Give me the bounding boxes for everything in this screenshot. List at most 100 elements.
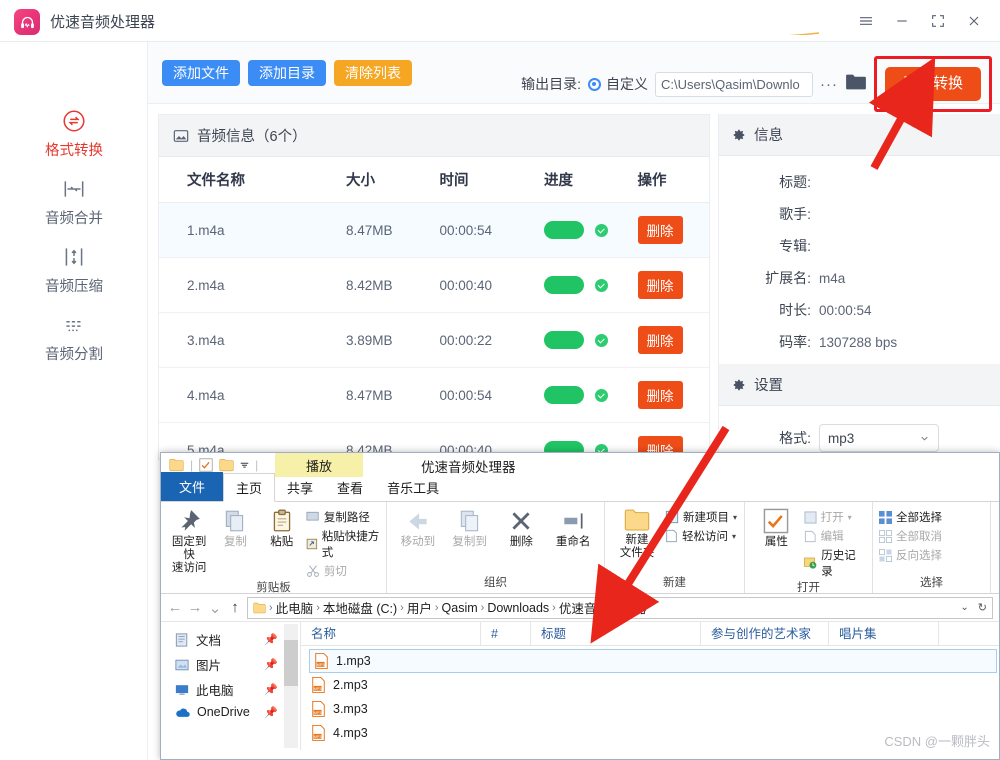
sidebar-item-format-convert[interactable]: 格式转换 [0,92,148,160]
add-file-button[interactable]: 添加文件 [162,60,240,86]
tab-music-tools[interactable]: 音乐工具 [375,474,451,501]
folder-icon[interactable] [169,458,184,472]
pin-icon[interactable]: 📌 [264,706,278,719]
delete-button[interactable]: 删除 [638,271,683,299]
col-header-number[interactable]: # [481,622,531,646]
ribbon-easy-access[interactable]: 轻松访问 ▾ [665,528,737,544]
ribbon-open[interactable]: 打开 ▾ [804,509,866,525]
format-select[interactable]: mp3 [819,424,939,452]
nav-pane-scroll-thumb[interactable] [284,640,298,686]
chevron-down-icon[interactable]: ▾ [733,513,737,522]
delete-button[interactable]: 删除 [638,381,683,409]
ribbon-copy-path[interactable]: 复制路径 [306,509,380,525]
chevron-down-icon [919,433,930,444]
qat-separator: | [190,458,193,472]
sidebar-item-audio-compress[interactable]: 音频压缩 [0,228,148,296]
list-item[interactable]: MP3 1.mp3 [309,649,997,673]
explorer-context-tab-play[interactable]: 播放 [275,453,363,477]
ribbon-new-folder[interactable]: 新建 文件夹 [611,505,663,560]
info-field-title: 标题: [719,166,1000,198]
ribbon-delete[interactable]: 删除 [497,505,547,549]
svg-text:MP3: MP3 [317,662,325,667]
breadcrumb[interactable]: › 此电脑 › 本地磁盘 (C:) › 用户 › Qasim › Downloa… [247,597,993,619]
nav-item-onedrive[interactable]: OneDrive 📌 [161,702,300,722]
breadcrumb-item-current[interactable]: 优速音频处理器 [559,598,647,617]
breadcrumb-item-users[interactable]: 用户 [407,598,432,617]
ribbon-edit[interactable]: 编辑 [804,528,866,544]
refresh-icon[interactable]: ↻ [972,601,987,614]
ribbon-paste-shortcut[interactable]: 粘贴快捷方式 [306,528,380,560]
col-header-artists[interactable]: 参与创作的艺术家 [701,622,829,646]
breadcrumb-item-downloads[interactable]: Downloads [487,601,549,615]
table-row[interactable]: 1.m4a 8.47MB 00:00:54 删除 [159,203,709,258]
svg-text:MP3: MP3 [314,686,322,691]
back-icon[interactable]: ← [167,599,183,616]
ribbon-label: 新建 文件夹 [620,534,655,560]
chevron-down-icon[interactable]: ▾ [732,532,736,541]
chevron-down-icon[interactable]: ▾ [848,513,852,522]
breadcrumb-item-this-pc[interactable]: 此电脑 [276,598,314,617]
folder-dropdown-icon[interactable] [219,458,234,472]
up-icon[interactable]: ↑ [227,599,243,616]
minimize-icon[interactable] [886,8,918,34]
pin-icon[interactable]: 📌 [264,683,278,696]
ribbon-copy[interactable]: 复制 [213,505,257,549]
menu-icon[interactable] [850,8,882,34]
cell-time: 00:00:40 [440,258,545,313]
tab-home[interactable]: 主页 [223,473,275,502]
ribbon-copy-to[interactable]: 复制到 [445,505,495,549]
ribbon-invert-selection[interactable]: 反向选择 [879,547,942,563]
sidebar-item-audio-split[interactable]: 音频分割 [0,296,148,364]
maximize-icon[interactable] [922,8,954,34]
close-icon[interactable] [958,8,990,34]
ribbon-select-none[interactable]: 全部取消 [879,528,942,544]
list-item[interactable]: MP3 3.mp3 [301,697,999,721]
nav-item-documents[interactable]: 文档 📌 [161,627,300,652]
ribbon-group-name: 组织 [393,574,598,592]
mp3-file-icon: MP3 [314,653,329,669]
chevron-down-icon[interactable] [240,461,249,470]
pin-icon[interactable]: 📌 [264,658,278,671]
ribbon-paste[interactable]: 粘贴 [260,505,304,549]
breadcrumb-item-local-disk[interactable]: 本地磁盘 (C:) [323,598,397,617]
sidebar-item-audio-merge[interactable]: 音频合并 [0,160,148,228]
output-path-input[interactable]: C:\Users\Qasim\Downlo [655,72,813,97]
start-convert-button[interactable]: 开始转换 [885,67,981,101]
col-header-title[interactable]: 标题 [531,622,701,646]
ribbon-properties[interactable]: 属性 [751,505,802,549]
cell-time: 00:00:54 [440,203,545,258]
table-row[interactable]: 2.m4a 8.42MB 00:00:40 删除 [159,258,709,313]
ribbon-move-to[interactable]: 移动到 [393,505,443,549]
properties-check-icon[interactable] [199,458,213,472]
forward-icon[interactable]: → [187,599,203,616]
ribbon-cut[interactable]: 剪切 [306,563,380,579]
breadcrumb-item-qasim[interactable]: Qasim [442,601,478,615]
move-to-icon [405,508,431,534]
tab-view[interactable]: 查看 [325,474,375,501]
recent-locations-icon[interactable]: ⌄ [207,599,223,617]
folder-icon[interactable] [845,73,867,96]
nav-item-this-pc[interactable]: 此电脑 📌 [161,677,300,702]
pin-icon[interactable]: 📌 [264,633,278,646]
table-row[interactable]: 3.m4a 3.89MB 00:00:22 删除 [159,313,709,368]
delete-button[interactable]: 删除 [638,216,683,244]
col-header-name[interactable]: 名称 [301,622,481,646]
nav-item-pictures[interactable]: 图片 📌 [161,652,300,677]
breadcrumb-dropdown-icon[interactable]: ⌄ [960,602,968,613]
ribbon-rename[interactable]: 重命名 [548,505,598,549]
col-header-album[interactable]: 唱片集 [829,622,939,646]
ribbon-pin-to-quick-access[interactable]: 固定到快 速访问 [167,505,211,576]
ribbon-history[interactable]: 历史记录 [804,547,866,579]
ribbon-select-all[interactable]: 全部选择 [879,509,942,525]
output-mode-radio[interactable]: 自定义 [588,74,648,94]
add-folder-button[interactable]: 添加目录 [248,60,326,86]
cell-size: 8.42MB [346,258,440,313]
ribbon-new-item[interactable]: 新建项目 ▾ [665,509,737,525]
ellipsis-icon[interactable]: ··· [820,76,838,93]
clear-list-button[interactable]: 清除列表 [334,60,412,86]
list-item[interactable]: MP3 2.mp3 [301,673,999,697]
delete-button[interactable]: 删除 [638,326,683,354]
paste-icon [269,508,295,534]
table-row[interactable]: 4.m4a 8.47MB 00:00:54 删除 [159,368,709,423]
tab-share[interactable]: 共享 [275,474,325,501]
